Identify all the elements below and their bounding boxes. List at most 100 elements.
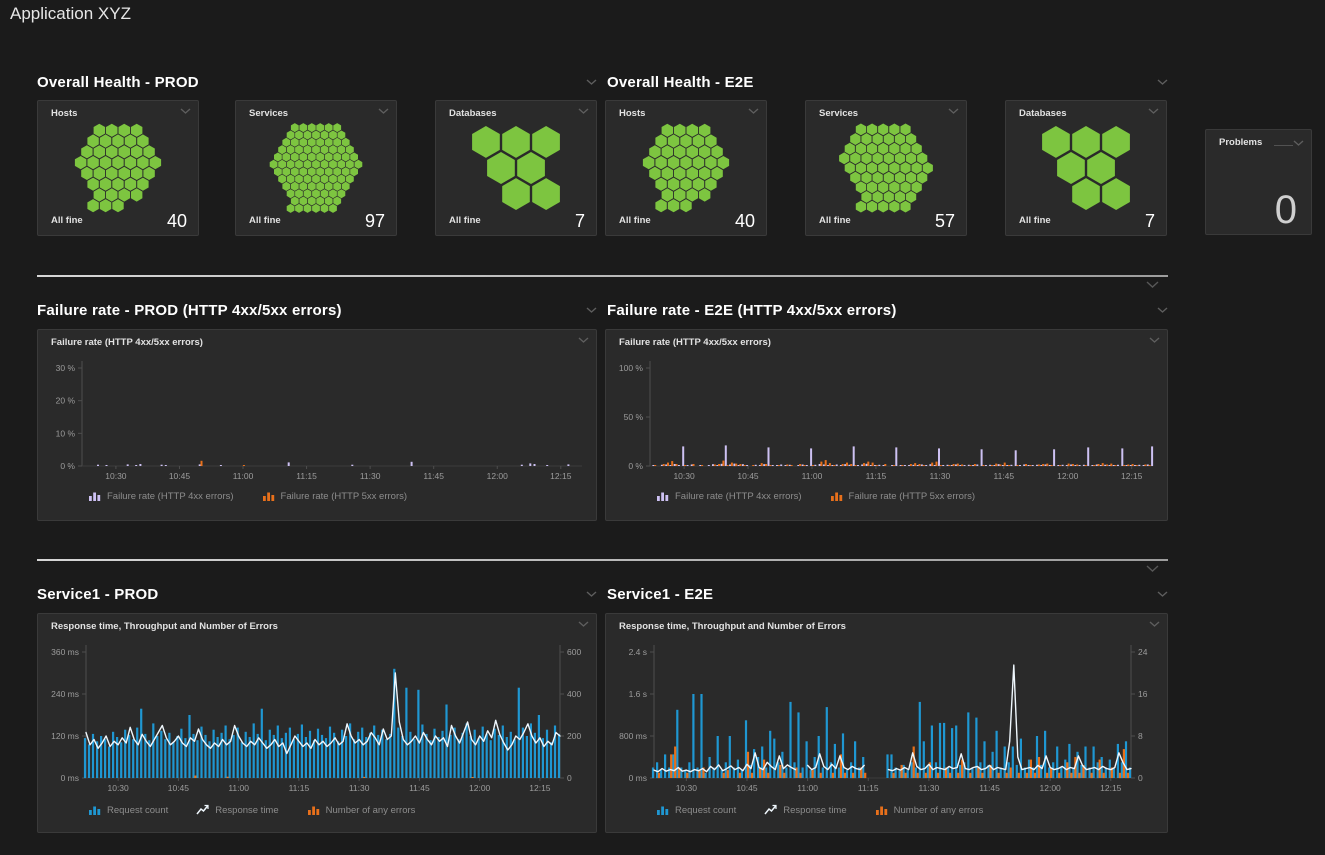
hexagon (680, 199, 691, 212)
legend-item[interactable]: Failure rate (HTTP 5xx errors) (262, 490, 408, 502)
legend-item[interactable]: Response time (764, 804, 846, 816)
chart-tile-failure-e2e[interactable]: Failure rate (HTTP 4xx/5xx errors) 0 %50… (605, 329, 1168, 521)
hexagon (94, 145, 106, 158)
chart-tile-service-prod[interactable]: Response time, Throughput and Number of … (37, 613, 597, 833)
chevron-down-icon[interactable] (586, 307, 597, 313)
hexagon (312, 131, 320, 140)
bar-series-icon (656, 804, 670, 816)
legend-item[interactable]: Number of any errors (875, 804, 984, 816)
health-tile-services-prod[interactable]: Services All fine 97 (235, 100, 397, 236)
honeycomb-databases[interactable] (450, 122, 582, 214)
hexagon (873, 172, 883, 184)
health-tile-hosts-e2e[interactable]: Hosts All fine 40 (605, 100, 767, 236)
hexagon (867, 143, 877, 155)
chevron-down-icon[interactable] (586, 79, 597, 85)
chevron-down-icon[interactable] (1157, 591, 1168, 597)
hexagon (680, 178, 691, 191)
legend-item[interactable]: Failure rate (HTTP 5xx errors) (830, 490, 976, 502)
hexagon (329, 131, 337, 140)
health-tile-databases-e2e[interactable]: Databases All fine 7 (1005, 100, 1167, 236)
chart-tile-service-e2e[interactable]: Response time, Throughput and Number of … (605, 613, 1168, 833)
hexagon (333, 138, 341, 147)
chevron-down-icon[interactable] (1157, 307, 1168, 313)
honeycomb-hosts[interactable] (620, 122, 752, 214)
hexagon (655, 178, 666, 191)
chevron-down-icon[interactable] (1148, 108, 1159, 114)
honeycomb-services[interactable] (250, 122, 382, 214)
hexagon (662, 124, 674, 137)
honeycomb-hosts[interactable] (52, 122, 184, 214)
hexagon (674, 167, 686, 180)
hexagon (119, 145, 131, 158)
chevron-down-icon[interactable] (1293, 140, 1304, 146)
legend-item[interactable]: Failure rate (HTTP 4xx errors) (88, 490, 234, 502)
svg-text:240 ms: 240 ms (51, 689, 79, 699)
honeycomb-services[interactable] (820, 122, 952, 214)
problems-tile[interactable]: Problems 0 (1205, 129, 1312, 235)
svg-text:800 ms: 800 ms (619, 731, 647, 741)
svg-text:11:30: 11:30 (919, 783, 940, 793)
hexagon (861, 152, 871, 164)
hexagon (839, 152, 849, 164)
chevron-down-icon[interactable] (378, 108, 389, 114)
svg-text:1.6 s: 1.6 s (629, 689, 647, 699)
honeycomb-databases[interactable] (1020, 122, 1152, 214)
svg-text:12:00: 12:00 (1040, 783, 1062, 793)
chevron-down-icon[interactable] (180, 108, 191, 114)
svg-text:12:15: 12:15 (550, 471, 572, 481)
tile-title: Databases (1019, 108, 1067, 119)
entity-count: 97 (365, 212, 385, 230)
hexagon (668, 134, 680, 147)
hexagon (316, 197, 324, 206)
hexagon (282, 182, 290, 191)
section-title: Overall Health - E2E (607, 74, 754, 91)
hexagon (291, 197, 299, 206)
legend-label: Response time (783, 805, 846, 816)
health-tile-databases-prod[interactable]: Databases All fine 7 (435, 100, 597, 236)
chevron-down-icon[interactable] (1146, 565, 1159, 572)
hexagon (845, 162, 855, 174)
chevron-down-icon[interactable] (948, 108, 959, 114)
section-title: Failure rate - E2E (HTTP 4xx/5xx errors) (607, 302, 897, 319)
service-metrics-chart-e2e[interactable]: 0 ms800 ms1.6 s2.4 s08162410:3010:4511:0… (606, 614, 1167, 832)
hexagon (81, 167, 92, 180)
legend-item[interactable]: Response time (196, 804, 278, 816)
chevron-down-icon[interactable] (578, 108, 589, 114)
hexagon (282, 138, 290, 147)
hexagon (100, 199, 112, 212)
legend-item[interactable]: Request count (656, 804, 736, 816)
hexagon (342, 182, 350, 191)
hexagon (895, 191, 905, 203)
chevron-down-icon[interactable] (748, 108, 759, 114)
hexagon (693, 156, 705, 169)
chevron-down-icon[interactable] (1146, 281, 1159, 288)
chart-tile-failure-prod[interactable]: Failure rate (HTTP 4xx/5xx errors) 0 %10… (37, 329, 597, 521)
svg-text:0 %: 0 % (60, 461, 75, 471)
chevron-down-icon[interactable] (586, 591, 597, 597)
hexagon (705, 178, 716, 191)
legend-item[interactable]: Number of any errors (307, 804, 416, 816)
hexagon (674, 188, 686, 201)
hexagon (900, 124, 910, 136)
hexagon (532, 126, 560, 158)
chevron-down-icon[interactable] (1157, 79, 1168, 85)
health-tile-hosts-prod[interactable]: Hosts All fine 40 (37, 100, 199, 236)
hexagon (668, 156, 680, 169)
hexagon (282, 153, 290, 162)
health-tile-services-e2e[interactable]: Services All fine 57 (805, 100, 967, 236)
svg-text:11:45: 11:45 (409, 783, 430, 793)
legend-item[interactable]: Request count (88, 804, 168, 816)
hexagon (100, 178, 112, 191)
hexagon (861, 172, 871, 184)
hexagon (655, 156, 666, 169)
line-series-icon (764, 804, 778, 816)
bar-series-icon (88, 490, 102, 502)
hexagon (680, 134, 691, 147)
hexagon (912, 181, 922, 193)
hexagon (329, 145, 337, 154)
hexagon (674, 124, 686, 137)
hexagon (502, 178, 530, 210)
legend-item[interactable]: Failure rate (HTTP 4xx errors) (656, 490, 802, 502)
service-metrics-chart-prod[interactable]: 0 ms120 ms240 ms360 ms020040060010:3010:… (38, 614, 596, 832)
hexagon (889, 162, 899, 174)
